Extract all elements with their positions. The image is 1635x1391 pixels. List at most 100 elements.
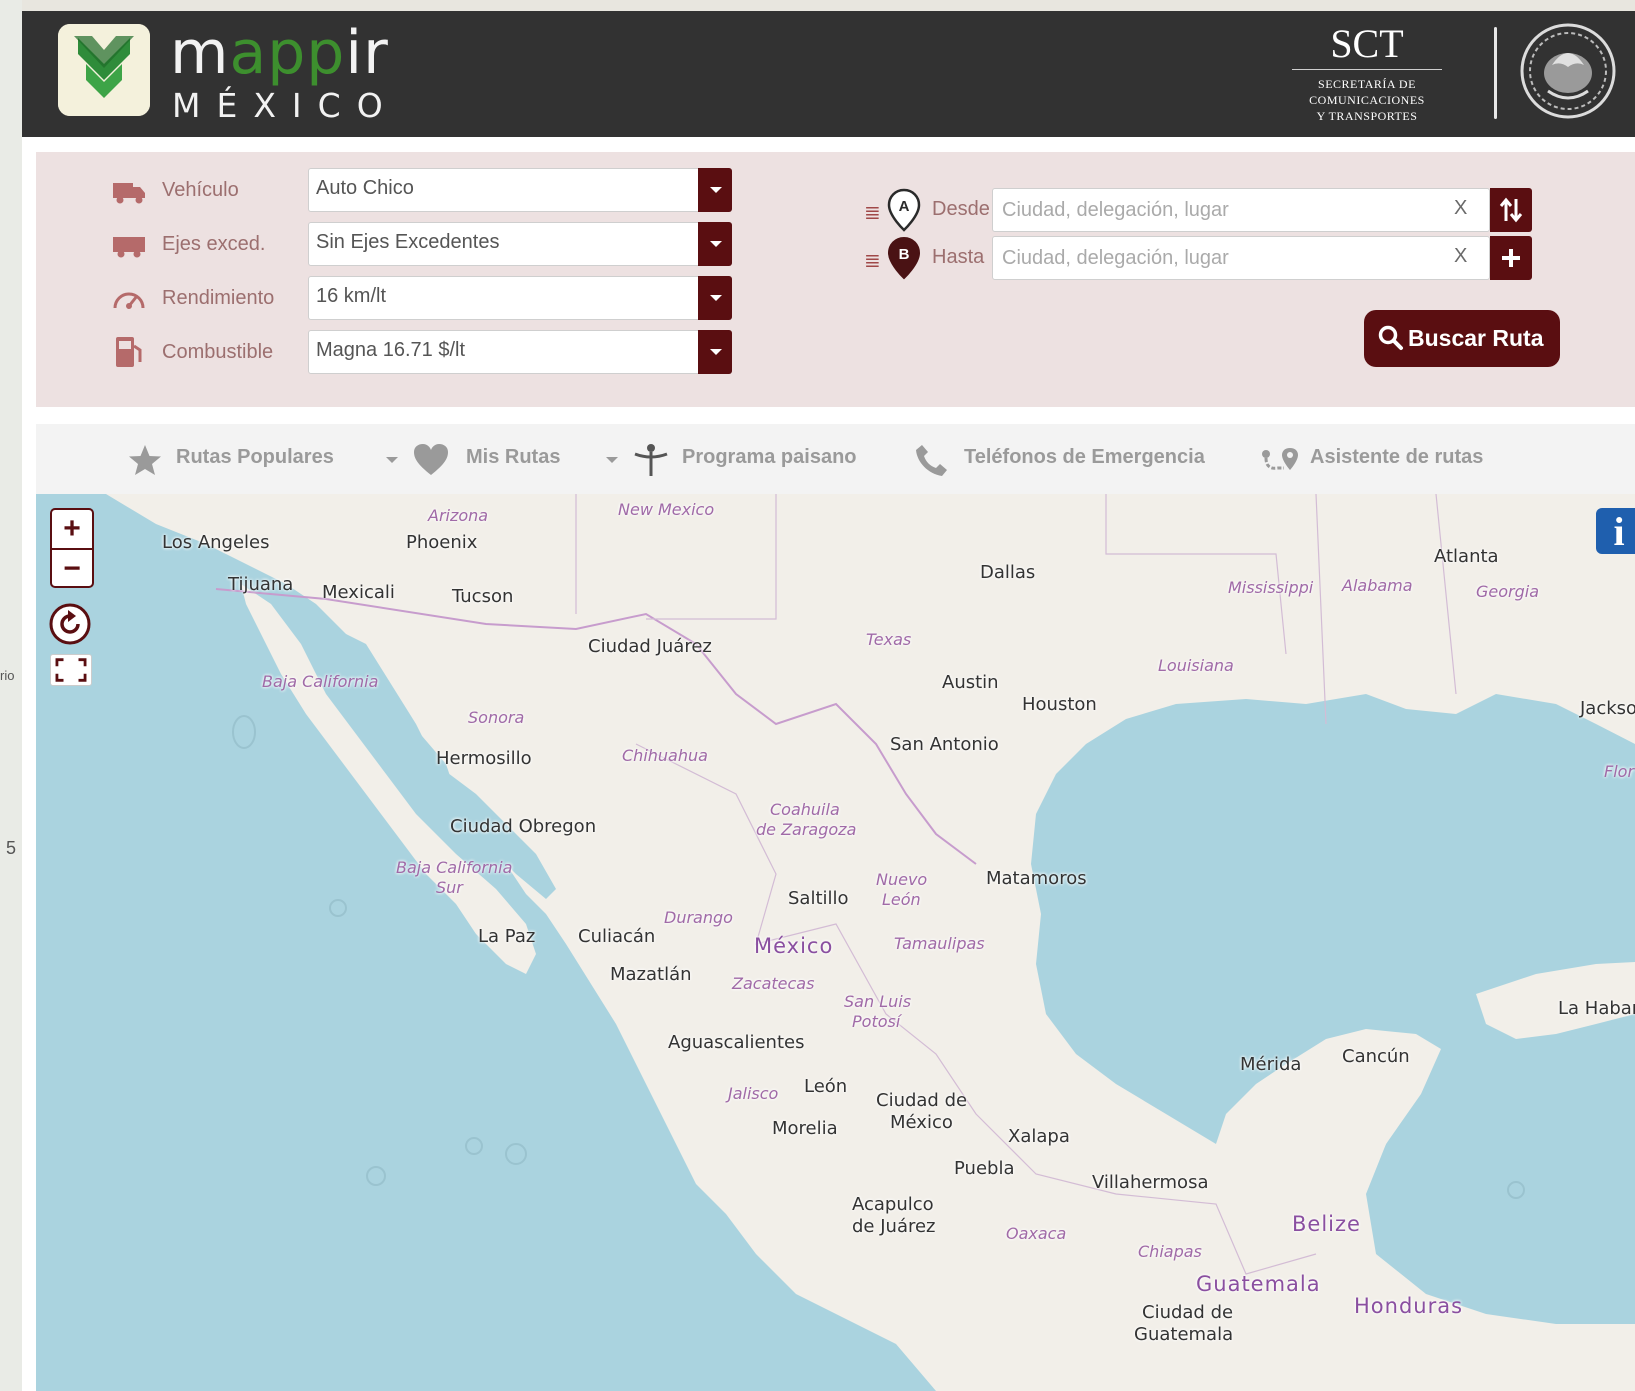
sct-rule xyxy=(1292,69,1442,70)
map-city-label: de Juárez xyxy=(852,1216,936,1237)
map-city-label: Ciudad de xyxy=(1142,1302,1234,1323)
map-state-label: León xyxy=(882,890,921,909)
map-city-label: Jackso xyxy=(1580,698,1635,719)
map-state-label: Louisiana xyxy=(1158,656,1234,675)
marker-b-icon: B xyxy=(887,236,921,280)
nav-item-route-assistant[interactable]: Asistente de rutas xyxy=(1260,424,1560,494)
map-view[interactable]: Los Angeles Phoenix Tijuana Mexicali Tuc… xyxy=(36,494,1635,1391)
search-route-label: Buscar Ruta xyxy=(1408,325,1544,351)
map-city-label: México xyxy=(890,1112,953,1133)
add-stop-button[interactable] xyxy=(1490,236,1532,280)
sct-abbreviation: SCT xyxy=(1330,21,1404,66)
nav-label: Asistente de rutas xyxy=(1310,446,1484,468)
map-state-label: New Mexico xyxy=(618,500,715,519)
map-country-label: Belize xyxy=(1292,1212,1361,1236)
nav-label: Mis Rutas xyxy=(466,446,561,468)
performance-label: Rendimiento xyxy=(162,287,275,309)
destination-label: Hasta xyxy=(932,246,985,268)
app-root: rio 5 mappir MÉXICO SCT SECRETARÍA DE CO… xyxy=(0,0,1635,1391)
origin-label: Desde xyxy=(932,198,990,220)
sct-name-line: Y TRANSPORTES xyxy=(1316,109,1418,123)
map-info-button[interactable]: i xyxy=(1596,508,1635,554)
person-icon xyxy=(634,444,668,476)
performance-select-value: 16 km/lt xyxy=(316,285,387,307)
reset-view-icon[interactable] xyxy=(48,602,92,646)
mappir-logo-icon[interactable] xyxy=(58,24,150,116)
nav-item-my-routes[interactable]: Mis Rutas xyxy=(412,424,632,494)
search-route-button[interactable]: Buscar Ruta xyxy=(1364,310,1560,367)
fuel-select[interactable]: Magna 16.71 $/lt xyxy=(308,330,732,374)
performance-select[interactable]: 16 km/lt xyxy=(308,276,732,320)
map-country-label: Honduras xyxy=(1354,1294,1464,1318)
map-state-label: Coahuila xyxy=(770,800,840,819)
map-city-label: Phoenix xyxy=(406,532,478,553)
axles-select-value: Sin Ejes Excedentes xyxy=(316,231,500,253)
sct-logo: SCT SECRETARÍA DE COMUNICACIONES Y TRANS… xyxy=(1292,21,1442,124)
map-state-label: Tamaulipas xyxy=(894,934,985,953)
nav-item-emergency-phones[interactable]: Teléfonos de Emergencia xyxy=(912,424,1252,494)
phone-icon xyxy=(916,445,947,476)
map-city-label: La Paz xyxy=(478,926,536,947)
drag-handle-icon[interactable]: ≣ xyxy=(864,200,881,225)
logo-wordmark: mappir xyxy=(170,18,389,88)
heart-icon xyxy=(414,444,448,475)
map-city-label: Mérida xyxy=(1240,1054,1302,1075)
app-header: mappir MÉXICO SCT SECRETARÍA DE COMUNICA… xyxy=(22,11,1635,137)
performance-row: Rendimiento 16 km/lt xyxy=(112,276,732,320)
map-state-label: Durango xyxy=(664,908,733,927)
map-country-label: Guatemala xyxy=(1196,1272,1321,1296)
map-state-label: Baja California xyxy=(396,858,513,877)
destination-input[interactable] xyxy=(992,236,1490,280)
nav-item-popular-routes[interactable]: Rutas Populares xyxy=(126,424,398,494)
sct-name-line: SECRETARÍA DE xyxy=(1318,77,1416,91)
map-city-label: Ciudad de xyxy=(876,1090,968,1111)
fuel-label: Combustible xyxy=(162,341,274,363)
fuel-pump-icon xyxy=(116,337,142,367)
background-page-edge: rio 5 xyxy=(0,0,22,1391)
map-city-label: Puebla xyxy=(954,1158,1015,1179)
map-state-label: Arizona xyxy=(428,506,489,525)
map-state-label: Alabama xyxy=(1342,576,1413,595)
speedometer-icon xyxy=(113,292,145,309)
map-country-label: México xyxy=(754,934,834,958)
axles-select[interactable]: Sin Ejes Excedentes xyxy=(308,222,732,266)
performance-select-dropdown-icon[interactable] xyxy=(698,276,732,320)
map-city-label: Saltillo xyxy=(788,888,849,909)
map-state-label: Georgia xyxy=(1476,582,1540,601)
map-city-label: Culiacán xyxy=(578,926,656,947)
marker-a-icon: A xyxy=(887,188,921,232)
map-city-label: Tijuana xyxy=(228,574,294,595)
vehicle-label: Vehículo xyxy=(162,179,239,201)
map-city-label: Ciudad Obregon xyxy=(450,816,597,837)
fuel-row: Combustible Magna 16.71 $/lt xyxy=(112,330,732,374)
map-state-label: de Zaragoza xyxy=(756,820,857,839)
map-city-label: Matamoros xyxy=(986,868,1087,889)
map-state-label: Jalisco xyxy=(728,1084,779,1103)
nav-label: Rutas Populares xyxy=(176,446,334,468)
map-state-label: San Luis xyxy=(844,992,912,1011)
map-state-label: Sur xyxy=(436,878,463,897)
axles-select-dropdown-icon[interactable] xyxy=(698,222,732,266)
origin-clear-button[interactable]: X xyxy=(1454,197,1467,220)
nav-item-paisano-program[interactable]: Programa paisano xyxy=(632,424,902,494)
map-city-label: Acapulco xyxy=(852,1194,934,1215)
origin-input[interactable] xyxy=(992,188,1490,232)
fuel-select-dropdown-icon[interactable] xyxy=(698,330,732,374)
map-city-label: Mexicali xyxy=(322,582,395,603)
logo-country: MÉXICO xyxy=(172,86,399,125)
fullscreen-icon[interactable] xyxy=(50,654,92,686)
map-city-label: La Habar xyxy=(1558,998,1635,1019)
swap-route-button[interactable] xyxy=(1490,188,1532,232)
axles-label: Ejes exced. xyxy=(162,233,266,255)
sct-name-line: COMUNICACIONES xyxy=(1309,93,1425,107)
drag-handle-icon[interactable]: ≣ xyxy=(864,248,881,273)
map-city-label: Aguascalientes xyxy=(668,1032,805,1053)
background-fragment: 5 xyxy=(6,838,17,858)
vehicle-select[interactable]: Auto Chico xyxy=(308,168,732,212)
vehicle-select-dropdown-icon[interactable] xyxy=(698,168,732,212)
map-city-label: Guatemala xyxy=(1134,1324,1234,1345)
destination-clear-button[interactable]: X xyxy=(1454,245,1467,268)
zoom-in-button[interactable]: + xyxy=(52,510,92,548)
zoom-out-button[interactable]: − xyxy=(52,550,92,588)
map-base-layer xyxy=(106,494,1635,1391)
